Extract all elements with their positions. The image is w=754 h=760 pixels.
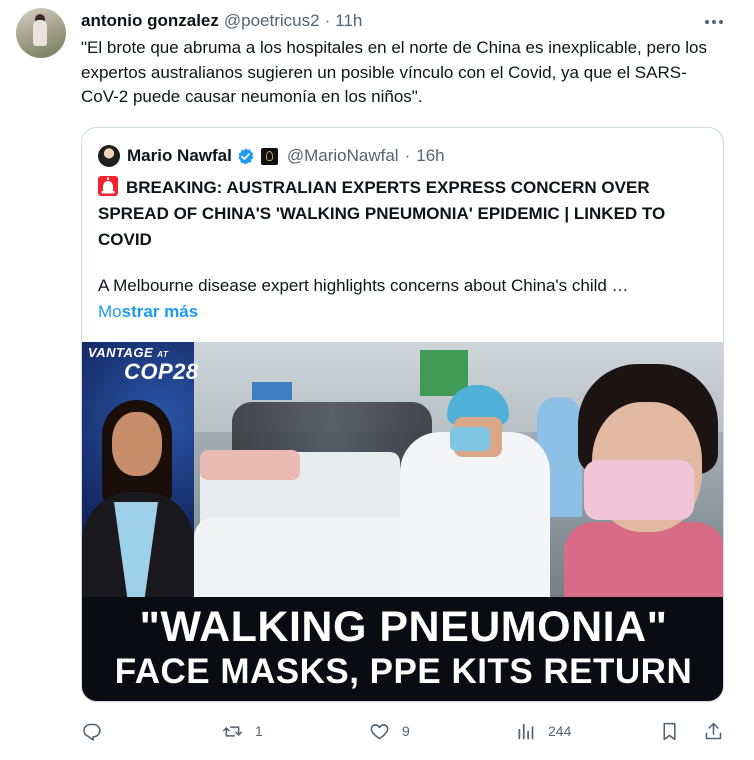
author-avatar[interactable] xyxy=(16,8,66,58)
share-icon xyxy=(705,722,722,739)
reply-icon xyxy=(83,723,101,741)
quoted-tweet[interactable]: Mario Nawfal @MarioNawfal · 16h BREAKING… xyxy=(81,127,724,702)
views-count: 244 xyxy=(548,723,572,739)
more-icon[interactable] xyxy=(704,12,724,32)
show-more-part2[interactable]: strar más xyxy=(122,302,199,321)
retweet-icon xyxy=(222,725,243,737)
header-separator: · xyxy=(324,11,331,30)
author-name[interactable]: antonio gonzalez xyxy=(81,11,219,31)
quoted-tweet-image[interactable]: VANTAGE AT COP28 "WALKING PNEUMONIA" FAC… xyxy=(82,342,723,701)
like-icon xyxy=(370,723,389,739)
verified-badge-icon[interactable] xyxy=(236,147,255,166)
retweet-button[interactable]: 1 xyxy=(222,719,263,743)
siren-icon xyxy=(98,176,118,196)
tweet-timestamp[interactable]: 11h xyxy=(335,11,362,31)
reply-button[interactable] xyxy=(81,719,114,743)
like-button[interactable]: 9 xyxy=(369,719,410,743)
vantage-logo-bottom: COP28 xyxy=(124,359,199,384)
quoted-tweet-headline: BREAKING: AUSTRALIAN EXPERTS EXPRESS CON… xyxy=(98,175,716,253)
image-caption-line2: FACE MASKS, PPE KITS RETURN xyxy=(114,652,693,691)
vantage-logo-top: VANTAGE xyxy=(88,345,154,360)
vantage-logo: VANTAGE AT COP28 xyxy=(88,345,199,384)
wall-sign-blue xyxy=(252,382,292,400)
quoted-header-separator: · xyxy=(404,146,411,165)
retweet-count: 1 xyxy=(255,723,263,739)
avatar-figure xyxy=(33,20,47,46)
views-icon xyxy=(518,723,534,739)
tweet-header: antonio gonzalez @poetricus2 · 11h xyxy=(81,10,362,32)
views-button[interactable]: 244 xyxy=(515,719,571,743)
affiliate-badge-icon[interactable] xyxy=(260,147,278,165)
tweet-text: "El brote que abruma a los hospitales en… xyxy=(81,38,707,106)
author-handle[interactable]: @poetricus2 xyxy=(224,11,320,31)
child-coat xyxy=(564,522,723,602)
quoted-author-name[interactable]: Mario Nawfal xyxy=(127,146,232,166)
like-count: 9 xyxy=(402,723,410,739)
vantage-logo-at: AT xyxy=(157,350,169,359)
quoted-author-avatar[interactable] xyxy=(98,145,120,167)
image-caption-line1: "WALKING PNEUMONIA" xyxy=(139,603,668,651)
pink-blanket xyxy=(200,450,300,480)
quoted-tweet-timestamp[interactable]: 16h xyxy=(416,146,444,166)
anchor-face xyxy=(112,412,162,476)
quoted-tweet-body: A Melbourne disease expert highlights co… xyxy=(98,276,629,295)
headline-text: BREAKING: AUSTRALIAN EXPERTS EXPRESS CON… xyxy=(98,178,666,249)
quoted-tweet-header: Mario Nawfal @MarioNawfal · 16h xyxy=(98,144,445,168)
doctor-mask xyxy=(450,427,490,451)
show-more-link[interactable]: Mostrar más xyxy=(98,299,198,325)
bookmark-button[interactable] xyxy=(659,719,680,743)
show-more-part1[interactable]: Mo xyxy=(98,302,122,321)
share-button[interactable] xyxy=(703,719,724,743)
quoted-author-handle[interactable]: @MarioNawfal xyxy=(287,146,399,166)
tweet-actions-bar: 1 9 244 xyxy=(81,719,724,743)
child-mask xyxy=(584,460,694,520)
bookmark-icon xyxy=(663,722,676,740)
